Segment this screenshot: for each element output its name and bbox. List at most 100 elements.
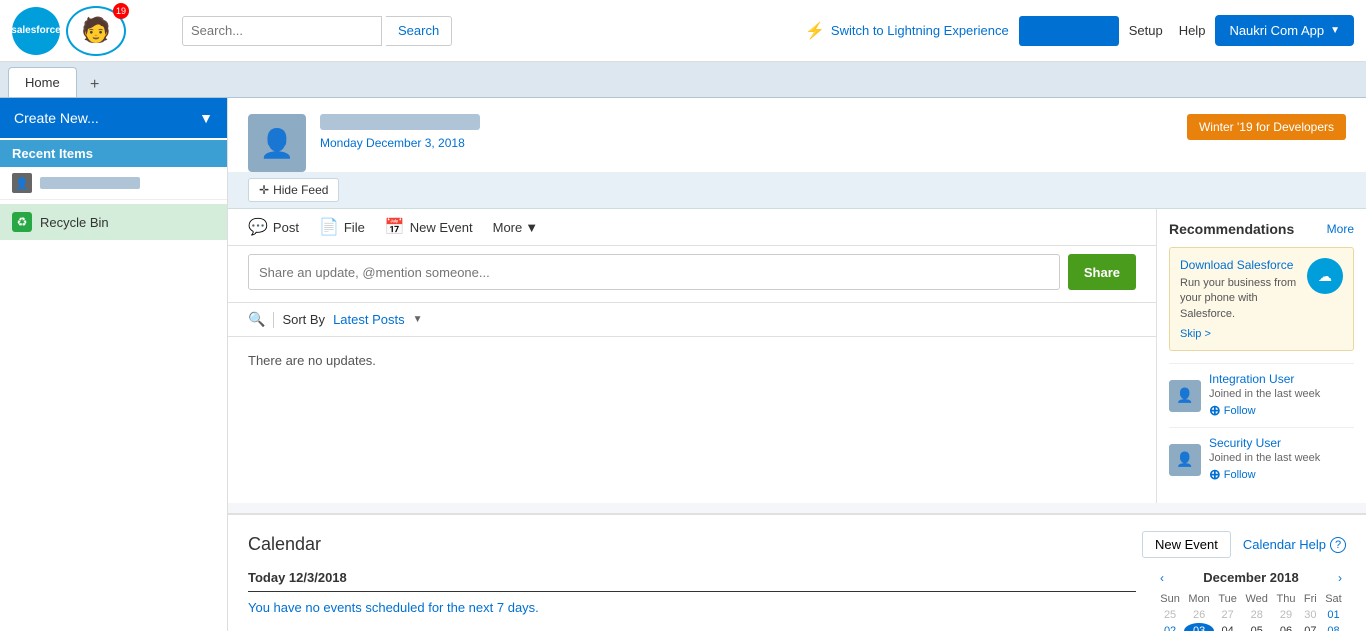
calendar-section: Calendar New Event Calendar Help ? Today… [228, 513, 1366, 631]
cal-cell[interactable]: 28 [1241, 607, 1272, 623]
profile-section: 👤 Monday December 3, 2018 Winter '19 for… [228, 98, 1366, 172]
user-icon: 👤 [12, 173, 32, 193]
sidebar-item-text [40, 177, 140, 189]
recycle-bin-icon: ♻ [12, 212, 32, 232]
follow-plus-icon-1: ⊕ [1209, 466, 1221, 483]
cal-cell[interactable]: 05 [1241, 623, 1272, 631]
cal-cell[interactable]: 04 [1214, 623, 1241, 631]
app-switcher-button[interactable]: Naukri Com App ▼ [1215, 15, 1354, 46]
cal-next-button[interactable]: › [1334, 571, 1346, 585]
sidebar-recent-user[interactable]: 👤 [0, 167, 227, 200]
recycle-bin-label: Recycle Bin [40, 215, 109, 230]
character-icon: 🧑 [81, 16, 111, 45]
follow-btn-1[interactable]: ⊕ Follow [1209, 466, 1354, 483]
tab-home-label: Home [25, 75, 60, 90]
notification-badge[interactable]: 🧑 19 [66, 6, 126, 56]
person-name-0[interactable]: Integration User [1209, 372, 1354, 386]
post-action-post[interactable]: 💬 Post [248, 217, 299, 237]
sort-value[interactable]: Latest Posts [333, 312, 405, 327]
share-input[interactable] [248, 254, 1060, 290]
cal-cell[interactable]: 29 [1272, 607, 1300, 623]
cal-day-sat: Sat [1321, 591, 1346, 607]
rec-download-title[interactable]: Download Salesforce [1180, 258, 1299, 272]
person-rec-1: 👤 Security User Joined in the last week … [1169, 427, 1354, 491]
recycle-bin-item[interactable]: ♻ Recycle Bin [0, 204, 227, 240]
notification-count: 19 [113, 3, 129, 19]
person-name-1[interactable]: Security User [1209, 436, 1354, 450]
search-button[interactable]: Search [386, 16, 452, 46]
follow-btn-0[interactable]: ⊕ Follow [1209, 402, 1354, 419]
recent-items-header: Recent Items [0, 140, 227, 167]
cal-prev-button[interactable]: ‹ [1156, 571, 1168, 585]
winter-badge[interactable]: Winter '19 for Developers [1187, 114, 1346, 140]
cal-day-thu: Thu [1272, 591, 1300, 607]
header-action-button[interactable] [1019, 16, 1119, 46]
sort-label: Sort By [282, 312, 325, 327]
event-icon: 📅 [385, 217, 405, 237]
cal-cell[interactable]: 25 [1156, 607, 1184, 623]
header-links: Setup Help [1129, 23, 1206, 38]
post-action-file[interactable]: 📄 File [319, 217, 365, 237]
recommendations-panel: Recommendations More Download Salesforce… [1156, 209, 1366, 503]
mini-cal-title: December 2018 [1168, 570, 1334, 585]
sort-caret[interactable]: ▼ [413, 314, 423, 325]
new-event-label: New Event [410, 220, 473, 235]
follow-plus-icon-0: ⊕ [1209, 402, 1221, 419]
lightning-switch-button[interactable]: ⚡ Switch to Lightning Experience [805, 21, 1009, 41]
cal-cell[interactable]: 27 [1214, 607, 1241, 623]
post-icon: 💬 [248, 217, 268, 237]
rec-header: Recommendations More [1169, 221, 1354, 237]
calendar-body: Today 12/3/2018 You have no events sched… [248, 570, 1346, 631]
setup-link[interactable]: Setup [1129, 23, 1163, 38]
recent-items-label: Recent Items [12, 146, 93, 161]
cal-cell[interactable]: 01 [1321, 607, 1346, 623]
feed-main: 💬 Post 📄 File 📅 New Event More ▼ [228, 209, 1156, 503]
file-label: File [344, 220, 365, 235]
person-avatar-1: 👤 [1169, 444, 1201, 476]
search-icon-small: 🔍 [248, 311, 265, 328]
cal-grid: Sun Mon Tue Wed Thu Fri Sat 252627282930… [1156, 591, 1346, 631]
cal-cell[interactable]: 02 [1156, 623, 1184, 631]
app-btn-label: Naukri Com App [1229, 23, 1324, 38]
hide-feed-label: Hide Feed [273, 183, 328, 197]
header: salesforce 🧑 19 Search ⚡ Switch to Light… [0, 0, 1366, 62]
calendar-help-link[interactable]: Calendar Help ? [1243, 537, 1346, 553]
divider [273, 312, 274, 328]
person-joined-0: Joined in the last week [1209, 388, 1354, 400]
cal-day-tue: Tue [1214, 591, 1241, 607]
share-button[interactable]: Share [1068, 254, 1136, 290]
cal-cell[interactable]: 07 [1300, 623, 1321, 631]
salesforce-logo: salesforce [12, 7, 60, 55]
search-area: Search [182, 16, 452, 46]
person-info-0: Integration User Joined in the last week… [1209, 372, 1354, 419]
no-updates-text: There are no updates. [248, 353, 376, 368]
hide-feed-bar: ✛ Hide Feed [228, 172, 1366, 209]
tab-add-button[interactable]: + [83, 73, 107, 97]
sf-cloud-icon: ☁ [1307, 258, 1343, 294]
rec-skip-link[interactable]: Skip > [1180, 328, 1299, 340]
rec-more-link[interactable]: More [1327, 222, 1354, 236]
post-action-more[interactable]: More ▼ [493, 220, 539, 235]
post-label: Post [273, 220, 299, 235]
cal-cell[interactable]: 03 [1184, 623, 1214, 631]
logo-text: salesforce [11, 25, 60, 36]
sidebar: Create New... ▼ Recent Items 👤 ♻ Recycle… [0, 98, 228, 631]
calendar-help-label: Calendar Help [1243, 537, 1326, 552]
create-new-button[interactable]: Create New... ▼ [0, 98, 227, 138]
more-label: More [493, 220, 523, 235]
new-event-button[interactable]: New Event [1142, 531, 1231, 558]
cal-cell[interactable]: 30 [1300, 607, 1321, 623]
person-rec-0: 👤 Integration User Joined in the last we… [1169, 363, 1354, 427]
cal-day-fri: Fri [1300, 591, 1321, 607]
calendar-header: Calendar New Event Calendar Help ? [248, 531, 1346, 558]
hide-feed-button[interactable]: ✛ Hide Feed [248, 178, 339, 202]
cal-cell[interactable]: 26 [1184, 607, 1214, 623]
cal-cell[interactable]: 08 [1321, 623, 1346, 631]
logo-area: salesforce 🧑 19 [12, 6, 172, 56]
post-action-new-event[interactable]: 📅 New Event [385, 217, 473, 237]
tab-home[interactable]: Home [8, 67, 77, 97]
search-input[interactable] [182, 16, 382, 46]
help-link[interactable]: Help [1179, 23, 1206, 38]
cal-day-sun: Sun [1156, 591, 1184, 607]
cal-cell[interactable]: 06 [1272, 623, 1300, 631]
